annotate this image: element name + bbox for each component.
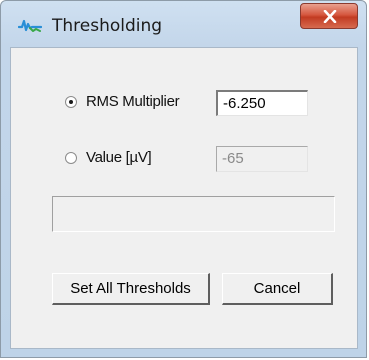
close-button[interactable] xyxy=(300,3,358,29)
cancel-button[interactable]: Cancel xyxy=(222,273,333,305)
set-all-thresholds-button[interactable]: Set All Thresholds xyxy=(52,273,210,305)
dialog-client-area: RMS Multiplier -6.250 Value [µV] -65 Set… xyxy=(10,47,358,349)
title-bar[interactable]: Thresholding xyxy=(1,1,366,47)
window-title: Thresholding xyxy=(52,16,163,36)
value-radio[interactable] xyxy=(65,151,77,164)
dialog-window: Thresholding RMS Multiplier -6.250 Value… xyxy=(0,0,367,358)
rms-multiplier-option[interactable]: RMS Multiplier xyxy=(65,93,180,110)
close-icon xyxy=(323,10,337,23)
status-box xyxy=(52,196,335,232)
rms-multiplier-input[interactable]: -6.250 xyxy=(216,90,308,116)
waveform-icon xyxy=(17,18,43,34)
value-input: -65 xyxy=(216,146,308,172)
rms-multiplier-label: RMS Multiplier xyxy=(86,93,180,110)
rms-multiplier-radio[interactable] xyxy=(65,95,77,108)
value-option[interactable]: Value [µV] xyxy=(65,149,152,166)
value-label: Value [µV] xyxy=(86,149,152,166)
